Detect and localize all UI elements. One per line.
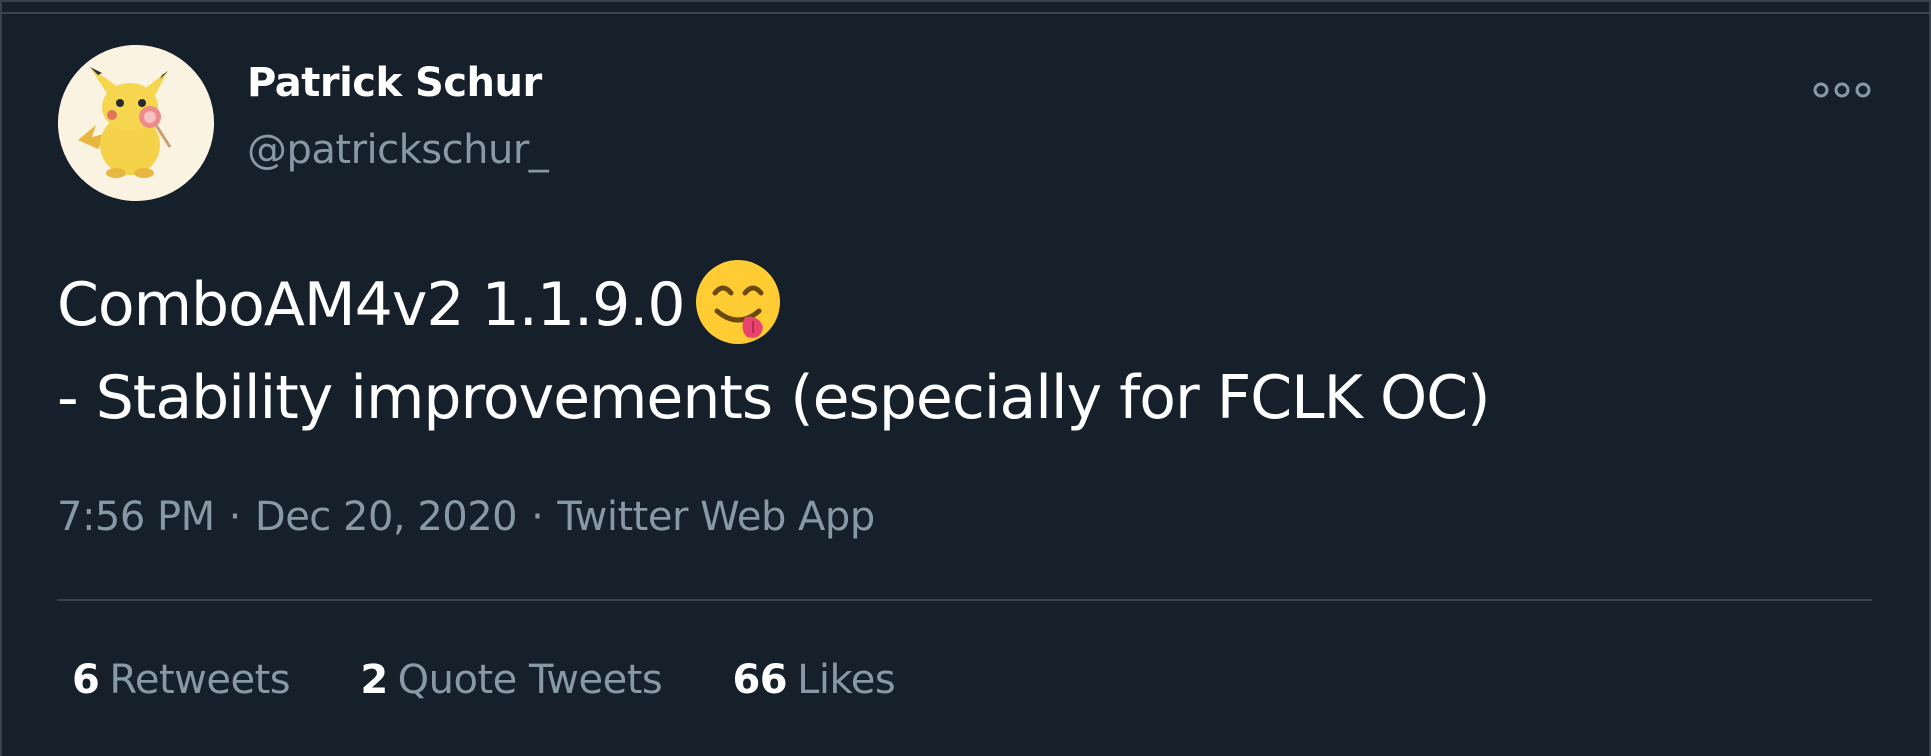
quote-tweets-count: 2 — [360, 657, 388, 703]
face-savoring-food-emoji-icon — [695, 260, 780, 344]
top-divider — [2, 12, 1929, 14]
author-display-name[interactable]: Patrick Schur — [247, 60, 542, 106]
tweet-meta: 7:56 PM · Dec 20, 2020 · Twitter Web App — [57, 494, 875, 540]
tweet-date[interactable]: Dec 20, 2020 — [255, 494, 518, 540]
stats-divider — [57, 599, 1872, 601]
meta-separator: · — [531, 494, 544, 540]
meta-separator: · — [228, 494, 242, 540]
author-handle[interactable]: @patrickschur_ — [247, 127, 549, 173]
pikachu-avatar-icon — [58, 45, 214, 201]
tweet-card: Patrick Schur @patrickschur_ ComboAM4v2 … — [0, 0, 1931, 756]
quote-tweets-stat[interactable]: 2 Quote Tweets — [360, 657, 662, 703]
avatar[interactable] — [58, 45, 214, 201]
likes-stat[interactable]: 66 Likes — [732, 657, 895, 703]
tweet-line-1: ComboAM4v2 1.1.9.0 — [57, 257, 1857, 351]
tweet-text: ComboAM4v2 1.1.9.0 - Stability improveme… — [57, 257, 1857, 445]
tweet-line-1-text: ComboAM4v2 1.1.9.0 — [57, 270, 685, 340]
tweet-time[interactable]: 7:56 PM — [57, 494, 215, 540]
retweets-stat[interactable]: 6 Retweets — [72, 657, 291, 703]
tweet-line-2: - Stability improvements (especially for… — [57, 363, 1491, 433]
likes-label: Likes — [797, 657, 896, 703]
more-options-button[interactable] — [1807, 70, 1877, 110]
tweet-source[interactable]: Twitter Web App — [557, 494, 875, 540]
retweets-label: Retweets — [109, 657, 291, 703]
likes-count: 66 — [732, 657, 788, 703]
more-options-icon — [1813, 82, 1871, 98]
quote-tweets-label: Quote Tweets — [397, 657, 663, 703]
tweet-stats: 6 Retweets 2 Quote Tweets 66 Likes — [72, 657, 953, 703]
retweets-count: 6 — [72, 657, 100, 703]
